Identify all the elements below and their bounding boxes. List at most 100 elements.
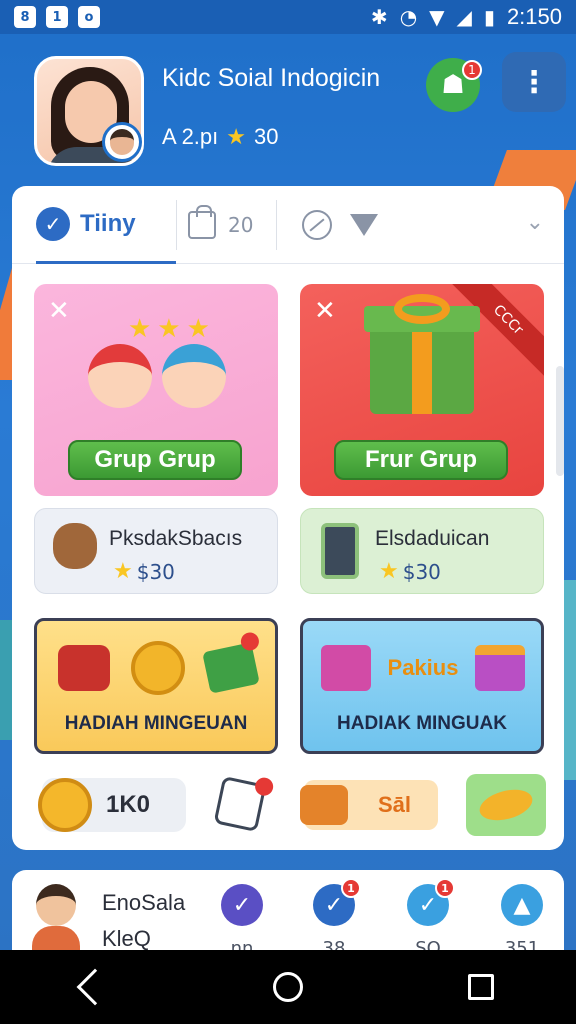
stat-value: ŋŋ (230, 938, 254, 950)
bag-count: 20 (228, 213, 254, 237)
more-menu-button[interactable]: ⋮ (502, 52, 566, 112)
avatar[interactable] (32, 884, 80, 950)
nav-stat[interactable]: ▲ 351 (492, 884, 552, 950)
check-icon: ✓ (36, 206, 70, 241)
star-icon: ★ (379, 559, 399, 584)
user-name: EnoSala (102, 890, 186, 915)
info-price: ★ $30 (113, 559, 175, 584)
main-card: ✓ Tiiny 20 ⌄ ✕ ★★★ Grup Grup ✕ CCCr Frur… (12, 186, 564, 850)
stat-value: 351 (504, 938, 540, 950)
battery-icon: ▮ (483, 5, 495, 29)
status-time: 2:150 (506, 4, 562, 29)
wallet-balance[interactable]: Sāl (300, 780, 438, 830)
weekly-reward-card[interactable]: Pakius HADIAK MINGUAK (300, 618, 544, 754)
gift-bow-icon (394, 294, 450, 324)
gift-icon (474, 645, 525, 691)
recents-icon (467, 974, 494, 1000)
book-icon (202, 630, 261, 694)
profile-sub-label: A 2.pı (162, 124, 219, 149)
reward-label: HADIAK MINGUAK (337, 713, 507, 734)
back-button[interactable] (76, 968, 114, 1006)
group-button[interactable]: Grup Grup (68, 440, 242, 480)
divider (276, 200, 277, 250)
nav-stat[interactable]: ✓ 1 38 (304, 878, 364, 950)
notification-icon: 1 (46, 6, 68, 28)
notification-button[interactable]: ☗ 1 (426, 58, 482, 112)
star-count: 30 (254, 124, 279, 149)
status-bar: 8 1 o ✱ ◔ ▼ ◢ ▮ 2:150 (0, 0, 576, 34)
scrollbar[interactable] (556, 366, 564, 476)
bluetooth-icon: ✱ (370, 5, 388, 29)
bear-icon (49, 523, 99, 579)
check-icon: ✓ (221, 884, 263, 926)
coin-value: 1K0 (106, 791, 151, 818)
badge: 1 (435, 878, 455, 898)
star-icon: ★ (226, 124, 247, 149)
star-icon: ★ (113, 559, 133, 584)
coin-icon (130, 641, 185, 695)
price-value: $30 (402, 559, 441, 584)
gift-icon (364, 306, 480, 414)
profile-stats: A 2.pı ★ 30 (162, 124, 279, 150)
signal-icon: ◢ (456, 5, 472, 29)
kids-illustration: ★★★ (84, 314, 234, 424)
home-icon (272, 972, 303, 1002)
profile-header: Kidc Soial Indogicin A 2.pı ★ 30 ☗ 1 ⋮ (30, 50, 570, 170)
promo-card-gift[interactable]: ✕ CCCr Frur Grup (300, 284, 544, 496)
close-icon[interactable]: ✕ (314, 296, 336, 326)
close-icon[interactable]: ✕ (48, 296, 70, 326)
chevron-down-icon[interactable]: ⌄ (526, 210, 544, 235)
tab-bar: ✓ Tiiny 20 ⌄ (12, 186, 564, 264)
coin-balance[interactable]: 1K0 (38, 778, 186, 832)
more-vertical-icon: ⋮ (519, 64, 549, 100)
notification-icon: 8 (14, 6, 36, 28)
bag-icon (188, 205, 216, 239)
stat-value: SO (415, 938, 441, 950)
tab-label: Tiiny (80, 209, 136, 237)
alarm-icon: ◔ (399, 5, 418, 29)
tab-tiiny[interactable]: ✓ Tiiny (36, 186, 176, 264)
home-button[interactable] (272, 972, 303, 1002)
info-card[interactable]: PksdakSbacıs ★ $30 (34, 508, 278, 594)
recents-button[interactable] (467, 974, 494, 1000)
weekly-reward-card[interactable]: HADIAH MINGEUAN (34, 618, 278, 754)
info-title: PksdakSbacıs (109, 527, 243, 550)
reward-tag: Pakius (387, 655, 459, 680)
info-card[interactable]: Elsdaduican ★ $30 (300, 508, 544, 594)
divider (176, 200, 177, 250)
red-box-icon (57, 645, 110, 691)
info-title: Elsdaduican (375, 527, 490, 550)
currency-row: 1K0 Sāl (12, 774, 564, 840)
check-icon: ✓ 1 (313, 878, 361, 926)
notification-icon: o (78, 6, 100, 28)
block-icon (302, 210, 332, 240)
fish-icon (476, 784, 536, 826)
fish-button[interactable] (466, 774, 546, 836)
page-title: Kidc Soial Indogicin (162, 64, 381, 92)
wallet-icon (300, 785, 348, 825)
promo-card-group[interactable]: ✕ ★★★ Grup Grup (34, 284, 278, 496)
stat-value: 38 (322, 938, 346, 950)
bell-icon: ▲ (501, 884, 543, 926)
bell-icon: ☗ (441, 70, 465, 100)
nav-stat[interactable]: ✓ 1 SO (398, 878, 458, 950)
coin-icon (38, 778, 92, 832)
tab-filter[interactable] (302, 186, 378, 264)
tab-bag[interactable]: 20 (188, 186, 253, 264)
user-panel: EnoSala KleQ ✓ ŋŋ ✓ 1 38 ✓ 1 SO ▲ 351 (12, 870, 564, 950)
tablet-icon (315, 523, 365, 579)
notification-badge: 1 (462, 60, 482, 80)
system-nav-bar (0, 950, 576, 1024)
wallet-value: Sāl (378, 792, 412, 817)
back-icon (76, 968, 114, 1006)
user-sub: KleQ (102, 926, 151, 950)
reward-label: HADIAH MINGEUAN (64, 713, 248, 734)
wifi-icon: ▼ (429, 5, 445, 29)
nav-stat[interactable]: ✓ ŋŋ (212, 884, 272, 950)
mini-avatar[interactable] (102, 122, 142, 162)
gift-group-button[interactable]: Frur Grup (334, 440, 508, 480)
card-icon[interactable] (213, 775, 275, 833)
badge: 1 (341, 878, 361, 898)
info-price: ★ $30 (379, 559, 441, 584)
price-value: $30 (136, 559, 175, 584)
